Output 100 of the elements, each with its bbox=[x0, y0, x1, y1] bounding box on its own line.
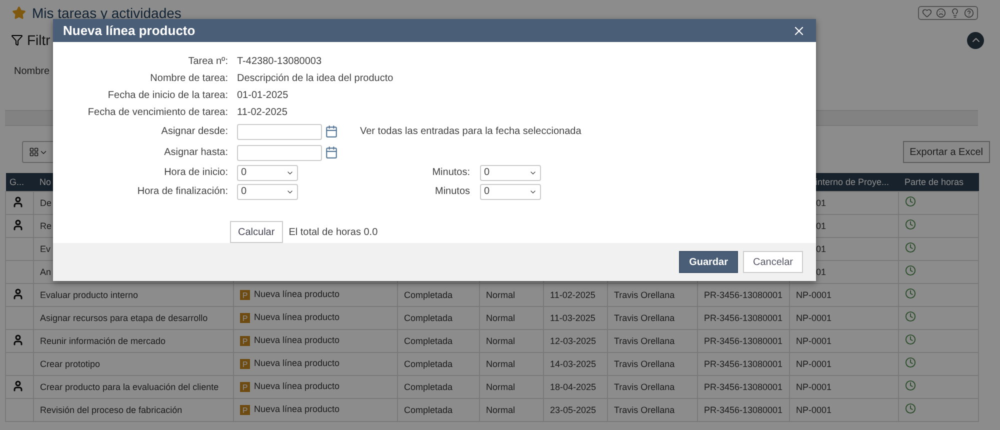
column-header[interactable]: Parte de horas bbox=[898, 173, 978, 191]
table-cell: 14-03-2025 bbox=[550, 358, 596, 368]
table-cell: PR-3456-13080001 bbox=[704, 312, 783, 322]
table-cell: NP-0001 bbox=[796, 358, 832, 368]
table-cell: Normal bbox=[486, 358, 516, 368]
project-badge: P bbox=[240, 382, 250, 392]
field-value: Descripción de la idea del producto bbox=[237, 73, 394, 84]
table-cell: 12-03-2025 bbox=[550, 336, 596, 346]
field-value: T-42380-13080003 bbox=[237, 56, 322, 67]
field-label: Nombre bbox=[14, 66, 50, 78]
table-cell: 01 bbox=[816, 220, 826, 230]
table-cell: An bbox=[40, 266, 52, 276]
table-cell: Completada bbox=[404, 382, 453, 392]
save-button[interactable]: Guardar bbox=[679, 251, 738, 273]
calculate-button[interactable]: Calcular bbox=[230, 221, 283, 243]
table-cell: 18-04-2025 bbox=[550, 382, 596, 392]
table-cell: Normal bbox=[486, 290, 516, 300]
date-input[interactable] bbox=[237, 124, 322, 140]
table-cell: Revisión del proceso de fabricación bbox=[40, 404, 182, 414]
project-badge: P bbox=[240, 313, 250, 324]
table-cell: NP-0001 bbox=[796, 290, 832, 300]
field-label: Asignar desde: bbox=[160, 126, 228, 137]
table-cell: Normal bbox=[486, 312, 516, 322]
table-cell: PR-3456-13080001 bbox=[704, 382, 783, 392]
table-cell: Travis Orellana bbox=[614, 312, 675, 322]
table-cell: Travis Orellana bbox=[614, 290, 675, 300]
link-text[interactable]: Ver todas las entradas para la fecha seleccionada bbox=[360, 126, 582, 137]
table-cell: Reunir información de mercado bbox=[40, 336, 166, 346]
table-cell: Normal bbox=[486, 404, 516, 414]
table-cell: NP-0001 bbox=[796, 382, 832, 392]
date-input[interactable] bbox=[237, 144, 322, 160]
table-cell: 01 bbox=[816, 244, 826, 254]
table-cell: Completada bbox=[404, 290, 453, 300]
grid-icon bbox=[29, 147, 39, 157]
table-cell: Travis Orellana bbox=[614, 404, 675, 414]
project-badge: P bbox=[240, 405, 250, 416]
table-cell: Asignar recursos para etapa de desarrollo bbox=[40, 312, 208, 322]
table-cell: NP-0001 bbox=[796, 336, 832, 346]
table-cell: PR-3456-13080001 bbox=[704, 290, 783, 300]
field-label: Hora de finalización: bbox=[136, 186, 228, 197]
table-cell: Nueva línea producto bbox=[254, 380, 340, 391]
table-cell: Crear producto para la evaluación del cliente bbox=[40, 382, 219, 392]
table-cell: PR-3456-13080001 bbox=[704, 404, 783, 414]
field-label: Nombre de tarea: bbox=[149, 73, 228, 84]
filter-icon bbox=[11, 34, 23, 46]
project-badge: P bbox=[240, 359, 250, 370]
table-cell: PR-3456-13080001 bbox=[704, 336, 783, 346]
table-cell: Nueva línea producto bbox=[254, 334, 340, 345]
table-cell: Nueva línea producto bbox=[254, 358, 340, 368]
sad-face-icon[interactable] bbox=[936, 8, 946, 18]
table-cell: NP-0001 bbox=[796, 312, 832, 322]
table-cell: Completada bbox=[404, 404, 453, 414]
calendar-icon[interactable] bbox=[325, 146, 338, 159]
table-cell: Completada bbox=[404, 358, 453, 368]
field-value: 11-02-2025 bbox=[237, 107, 288, 118]
lightbulb-icon[interactable] bbox=[950, 8, 960, 18]
dialog-title: Nueva línea producto bbox=[63, 23, 196, 38]
total-hours-text: El total de horas 0.0 bbox=[288, 226, 378, 238]
table-cell: Ev bbox=[40, 244, 51, 254]
minutes-select[interactable]: 0 bbox=[480, 164, 541, 180]
table-cell: Evaluar producto interno bbox=[40, 290, 138, 300]
table-cell: Travis Orellana bbox=[614, 336, 675, 346]
table-cell: Completada bbox=[404, 312, 453, 322]
grid-view-button[interactable] bbox=[22, 141, 55, 163]
table-cell: 11-02-2025 bbox=[550, 290, 596, 300]
table-cell: Normal bbox=[486, 382, 516, 392]
project-badge: P bbox=[240, 290, 250, 300]
table-cell: Nueva línea producto bbox=[254, 288, 340, 299]
calendar-icon[interactable] bbox=[325, 125, 338, 138]
column-header[interactable]: G... bbox=[6, 173, 34, 191]
table-cell: Travis Orellana bbox=[614, 358, 675, 368]
table-cell: Normal bbox=[486, 336, 516, 346]
table-cell: Crear prototipo bbox=[40, 358, 100, 368]
table-cell: Re bbox=[40, 220, 52, 230]
export-button[interactable]: Exportar a Excel bbox=[902, 141, 990, 163]
table-cell: 23-05-2025 bbox=[550, 404, 596, 414]
table-cell: 11-03-2025 bbox=[550, 312, 596, 322]
cancel-button[interactable]: Cancelar bbox=[742, 251, 803, 273]
table-cell: Travis Orellana bbox=[614, 382, 675, 392]
hour-select[interactable]: 0 bbox=[237, 184, 298, 200]
table-cell: Nueva línea producto bbox=[254, 404, 340, 414]
field-label: Asignar hasta: bbox=[163, 147, 228, 158]
help-icon[interactable] bbox=[964, 8, 974, 18]
table-cell: De bbox=[40, 198, 52, 208]
field-label: Hora de inicio: bbox=[163, 167, 228, 178]
heart-icon[interactable] bbox=[922, 8, 932, 18]
table-cell: 01 bbox=[816, 266, 826, 276]
field-label: Minutos: bbox=[431, 167, 470, 178]
collapse-button[interactable] bbox=[967, 32, 984, 48]
section-title: Filtr bbox=[27, 32, 50, 48]
table-cell: PR-3456-13080001 bbox=[704, 358, 783, 368]
star-icon bbox=[12, 6, 26, 20]
table-cell: NP-0001 bbox=[796, 404, 832, 414]
field-label: Minutos bbox=[434, 186, 470, 197]
field-label: Fecha de inicio de la tarea: bbox=[106, 90, 228, 101]
hour-select[interactable]: 0 bbox=[237, 164, 298, 180]
table-cell: Completada bbox=[404, 336, 453, 346]
field-label: Fecha de vencimiento de tarea: bbox=[86, 107, 228, 118]
field-label: Tarea nº: bbox=[187, 56, 228, 67]
minutes-select[interactable]: 0 bbox=[480, 184, 541, 200]
